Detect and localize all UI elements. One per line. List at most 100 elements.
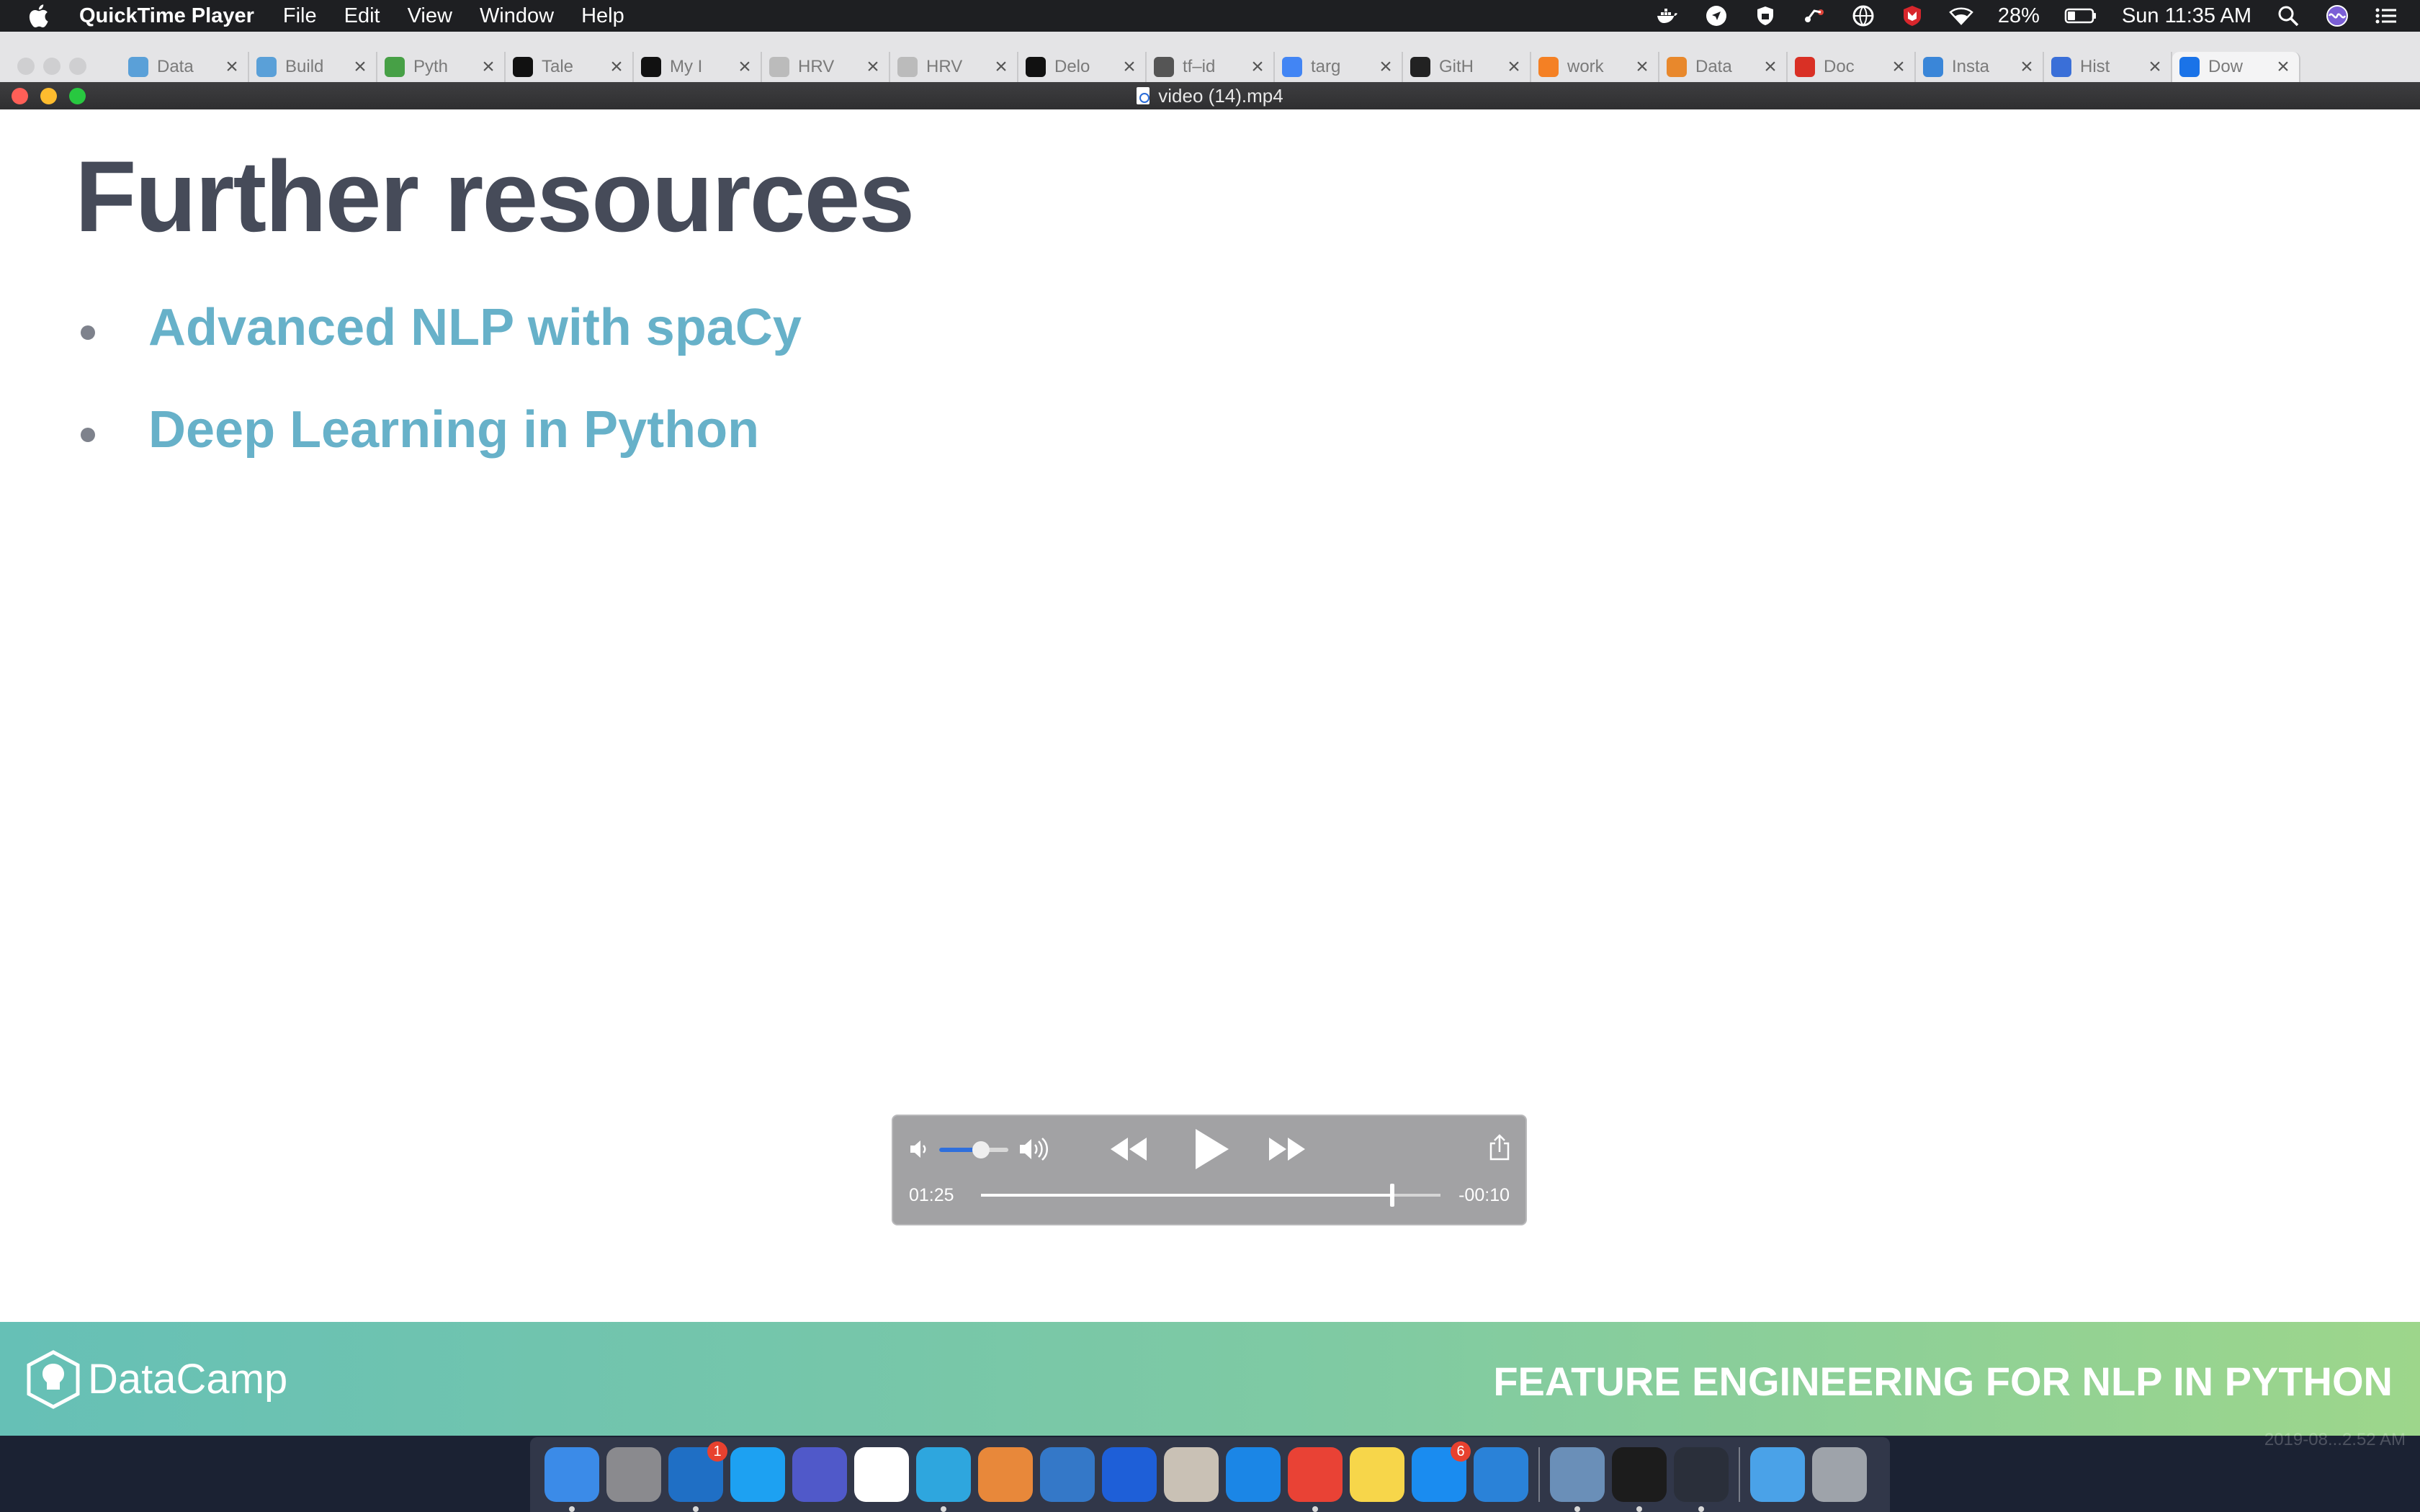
dock-separator xyxy=(1538,1447,1540,1502)
volume-low-icon[interactable] xyxy=(909,1136,929,1162)
browser-tab[interactable]: Data × xyxy=(1659,52,1788,82)
notification-center-icon[interactable] xyxy=(2374,4,2398,28)
tab-close-icon[interactable]: × xyxy=(1249,55,1266,79)
menu-window[interactable]: Window xyxy=(480,4,554,28)
tab-title: Build xyxy=(285,57,324,76)
browser-tab[interactable]: Doc × xyxy=(1788,52,1916,82)
tab-close-icon[interactable]: × xyxy=(1890,55,1907,79)
wifi-icon[interactable] xyxy=(1949,4,1973,28)
battery-percentage[interactable]: 28% xyxy=(1998,4,2040,28)
play-button[interactable] xyxy=(1188,1126,1232,1172)
menu-file[interactable]: File xyxy=(283,4,317,28)
browser-tab[interactable]: My I × xyxy=(634,52,762,82)
menu-view[interactable]: View xyxy=(408,4,452,28)
tab-favicon-icon xyxy=(2179,57,2200,77)
battery-icon[interactable] xyxy=(2064,4,2097,28)
running-indicator xyxy=(693,1506,699,1512)
tab-close-icon[interactable]: × xyxy=(1505,55,1523,79)
maps-pin-icon[interactable] xyxy=(1102,1447,1157,1502)
browser-tab[interactable]: tf–id × xyxy=(1147,52,1275,82)
tab-close-icon[interactable]: × xyxy=(351,55,369,79)
vpn-flower-icon[interactable] xyxy=(978,1447,1033,1502)
volume-slider[interactable] xyxy=(939,1141,1008,1158)
notes-icon[interactable] xyxy=(1350,1447,1404,1502)
activity-icon[interactable] xyxy=(1802,4,1827,28)
document-icon xyxy=(1137,87,1150,104)
volume-high-icon[interactable] xyxy=(1018,1135,1050,1164)
docker-icon[interactable] xyxy=(1655,4,1680,28)
spotlight-search-icon[interactable] xyxy=(2276,4,2300,28)
shield-icon[interactable] xyxy=(1753,4,1778,28)
tab-title: Pyth xyxy=(413,57,449,76)
telegram-icon[interactable] xyxy=(916,1447,971,1512)
playback-controls: 01:25 -00:10 xyxy=(892,1115,1527,1225)
browser-tab[interactable]: HRV × xyxy=(890,52,1018,82)
browser-tab[interactable]: work × xyxy=(1531,52,1659,82)
tab-title: Data xyxy=(1695,57,1732,76)
outlook-icon[interactable]: 1 xyxy=(668,1441,727,1512)
browser-tab[interactable]: Insta × xyxy=(1916,52,2044,82)
browser-tab[interactable]: Pyth × xyxy=(377,52,506,82)
tab-close-icon[interactable]: × xyxy=(2146,55,2164,79)
browser-tab[interactable]: Delo × xyxy=(1018,52,1147,82)
finder-icon[interactable] xyxy=(544,1447,599,1512)
browser-tab[interactable]: Build × xyxy=(249,52,377,82)
tab-close-icon[interactable]: × xyxy=(864,55,882,79)
tab-close-icon[interactable]: × xyxy=(223,55,241,79)
menu-clock[interactable]: Sun 11:35 AM xyxy=(2122,4,2251,28)
share-button[interactable] xyxy=(1488,1133,1511,1162)
timeline-scrubber[interactable] xyxy=(981,1184,1440,1207)
browser-tab[interactable]: GitH × xyxy=(1403,52,1531,82)
tab-close-icon[interactable]: × xyxy=(480,55,497,79)
browser-tab[interactable]: targ × xyxy=(1275,52,1403,82)
browser-tab[interactable]: Tale × xyxy=(506,52,634,82)
tab-favicon-icon xyxy=(1795,57,1815,77)
tab-close-icon[interactable]: × xyxy=(1762,55,1779,79)
terminal-icon[interactable] xyxy=(1612,1447,1667,1512)
tab-close-icon[interactable]: × xyxy=(2018,55,2035,79)
rewind-button[interactable] xyxy=(1109,1133,1148,1165)
globe-vpn-icon[interactable] xyxy=(1851,4,1876,28)
volume-slider-knob[interactable] xyxy=(972,1141,990,1158)
quicktime-icon[interactable] xyxy=(1674,1447,1729,1512)
tab-close-icon[interactable]: × xyxy=(1121,55,1138,79)
menu-help[interactable]: Help xyxy=(581,4,624,28)
remaining-time: -00:10 xyxy=(1458,1185,1510,1205)
siri-icon[interactable] xyxy=(2325,4,2349,28)
tab-close-icon[interactable]: × xyxy=(2275,55,2292,79)
tab-favicon-icon xyxy=(1410,57,1430,77)
browser-tab[interactable]: Dow × xyxy=(2172,52,2300,82)
browser-tab[interactable]: Data × xyxy=(121,52,249,82)
app-menu[interactable]: QuickTime Player xyxy=(79,4,254,28)
tab-close-icon[interactable]: × xyxy=(736,55,753,79)
preview-icon[interactable] xyxy=(1550,1447,1605,1512)
browser-window-controls xyxy=(17,58,86,75)
tab-close-icon[interactable]: × xyxy=(992,55,1010,79)
playhead[interactable] xyxy=(1390,1184,1394,1207)
chrome-icon[interactable] xyxy=(1288,1447,1343,1512)
apple-menu-icon[interactable] xyxy=(27,4,49,28)
trash-icon[interactable] xyxy=(1812,1447,1867,1502)
xcode-icon[interactable] xyxy=(1040,1447,1095,1502)
browser-tab[interactable]: HRV × xyxy=(762,52,890,82)
tab-close-icon[interactable]: × xyxy=(1377,55,1394,79)
slack-icon[interactable] xyxy=(854,1447,909,1502)
mcafee-icon[interactable] xyxy=(1900,4,1924,28)
app-store-icon[interactable]: 6 xyxy=(1412,1441,1471,1502)
navigation-icon[interactable] xyxy=(1704,4,1729,28)
tab-favicon-icon xyxy=(1667,57,1687,77)
tab-close-icon[interactable]: × xyxy=(1634,55,1651,79)
downloads-folder-icon[interactable] xyxy=(1750,1447,1805,1502)
fast-forward-button[interactable] xyxy=(1268,1133,1307,1165)
simulator-icon[interactable] xyxy=(1474,1447,1528,1502)
video-frame[interactable]: Further resources Advanced NLP with spaC… xyxy=(0,109,2420,1436)
system-preferences-icon[interactable] xyxy=(606,1447,661,1502)
browser-tab[interactable]: Hist × xyxy=(2044,52,2172,82)
course-title: FEATURE ENGINEERING FOR NLP IN PYTHON xyxy=(1493,1359,2393,1404)
teams-icon[interactable] xyxy=(792,1447,847,1502)
safari-icon[interactable] xyxy=(1226,1447,1281,1502)
skype-icon[interactable] xyxy=(730,1447,785,1502)
menu-edit[interactable]: Edit xyxy=(344,4,380,28)
jug-app-icon[interactable] xyxy=(1164,1447,1219,1502)
tab-close-icon[interactable]: × xyxy=(608,55,625,79)
